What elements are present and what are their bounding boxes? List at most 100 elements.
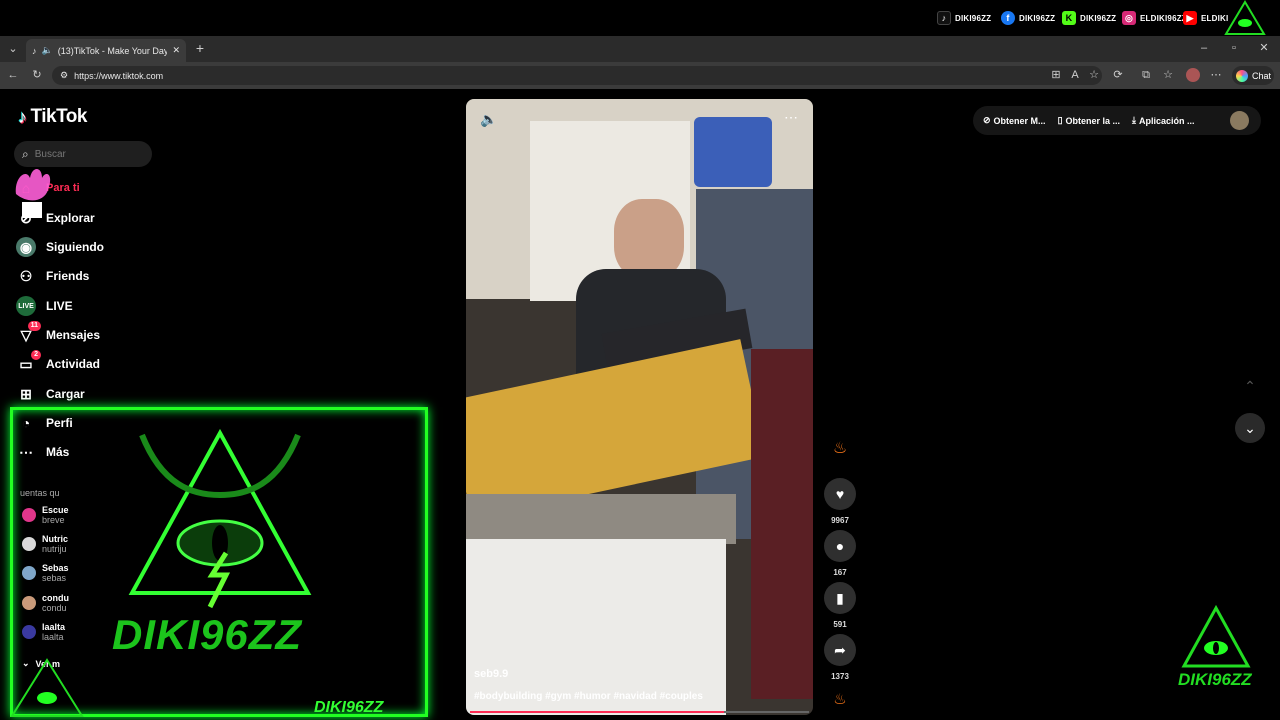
video-more-icon[interactable]: ⋯	[784, 109, 798, 126]
nav-label: Cargar	[46, 387, 85, 401]
account-name: Nutric	[42, 534, 69, 544]
tiktok-note-icon: ♪	[18, 106, 27, 127]
dragon-eye-logo-icon	[1224, 0, 1266, 35]
account-name: condu	[42, 593, 69, 603]
account-handle: nutriju	[42, 544, 67, 554]
save-count: 591	[833, 620, 847, 629]
nav-live[interactable]: LIVE LIVE	[16, 296, 73, 316]
extensions-icon[interactable]: ⟳	[1111, 68, 1125, 82]
account-item[interactable]: Escue breve	[22, 505, 69, 525]
phone-icon: ▯	[1057, 115, 1063, 125]
nav-label: Siguiendo	[46, 240, 104, 254]
video-hashtags[interactable]: #bodybuilding #gym #humor #navidad #coup…	[474, 691, 703, 702]
maximize-icon[interactable]: ▫	[1227, 41, 1241, 55]
tiktok-logo[interactable]: ♪ TikTok	[18, 106, 87, 128]
new-tab-icon[interactable]: +	[193, 41, 207, 55]
nav-friends[interactable]: ⚇ Friends	[16, 266, 90, 286]
video-username[interactable]: seb9.9	[474, 668, 508, 680]
address-bar[interactable]: ⚙ https://www.tiktok.com	[52, 66, 1102, 85]
nav-perfil[interactable]: ◔ Perfi	[16, 413, 73, 433]
video-counter	[466, 539, 726, 715]
desktop-app-button[interactable]: ⤓ Aplicación ...	[1132, 115, 1195, 126]
tab-title: (13)TikTok - Make Your Day	[57, 45, 168, 56]
account-item[interactable]: condu condu	[22, 593, 69, 613]
nav-actividad[interactable]: ▭ 2 Actividad	[16, 350, 101, 374]
tiktok-icon: ♪	[937, 11, 951, 25]
app-available-icon[interactable]: ⊞	[1049, 68, 1063, 82]
favorite-star-icon[interactable]: ☆	[1087, 68, 1101, 82]
social-kick: K DIKI96ZZ	[1062, 11, 1116, 25]
get-app-button[interactable]: ▯ Obtener la ...	[1058, 115, 1120, 126]
split-screen-icon[interactable]: ⧉	[1139, 68, 1153, 82]
search-icon: ⌕	[22, 146, 29, 161]
browser-tabstrip: ⌄ ♪ 🔈 (13)TikTok - Make Your Day ✕ + – ▫…	[0, 36, 1280, 62]
logo-text: TikTok	[30, 106, 88, 127]
volume-icon[interactable]: 🔈	[480, 111, 497, 128]
nav-mas[interactable]: ⋯ Más	[16, 442, 69, 462]
close-tab-icon[interactable]: ✕	[172, 45, 180, 56]
tiktok-favicon-icon: ♪	[32, 45, 37, 56]
browser-tab[interactable]: ♪ 🔈 (13)TikTok - Make Your Day ✕	[26, 39, 186, 62]
account-handle: breve	[42, 515, 65, 525]
social-facebook: f DIKI96ZZ	[1001, 11, 1055, 25]
video-second-person	[751, 349, 813, 699]
youtube-icon: ▶	[1183, 11, 1197, 25]
streamer-social-bar: ♪ DIKI96ZZ f DIKI96ZZ K DIKI96ZZ ◎ ELDIK…	[0, 0, 1280, 36]
nav-cargar[interactable]: ⊞ Cargar	[16, 384, 85, 404]
chat-label: Chat	[1252, 70, 1272, 81]
chevron-up-icon: ⌃	[1244, 377, 1256, 394]
get-coins-button[interactable]: ⊘ Obtener M...	[983, 115, 1046, 126]
more-menu-icon[interactable]: ⋯	[1209, 68, 1223, 82]
dragon-eye-emblem-icon	[128, 428, 312, 609]
like-button[interactable]: ♥ 9967	[824, 478, 856, 525]
copilot-icon	[1236, 69, 1248, 82]
social-instagram: ◎ ELDIKI96ZZ	[1122, 11, 1187, 25]
nav-label: Perfi	[46, 416, 73, 430]
reload-icon[interactable]: ↻	[30, 68, 44, 82]
favorites-icon[interactable]: ☆	[1161, 68, 1175, 82]
share-button[interactable]: ➦ 1373	[824, 634, 856, 681]
creator-avatar[interactable]: ♨	[824, 432, 856, 464]
account-name: laalta	[42, 622, 66, 632]
user-avatar[interactable]	[1230, 111, 1249, 130]
account-item[interactable]: Sebas sebas	[22, 563, 69, 583]
messages-icon: ▽ 11	[16, 321, 41, 345]
account-item[interactable]: Nutric nutriju	[22, 534, 68, 554]
nav-label: Actividad	[46, 357, 101, 371]
music-disc[interactable]: ♨	[824, 690, 856, 708]
save-button[interactable]: ▮ 591	[824, 582, 856, 629]
copilot-chat-button[interactable]: Chat	[1232, 66, 1274, 85]
speaker-icon[interactable]: 🔈	[42, 45, 53, 56]
nav-label: LIVE	[46, 299, 73, 313]
activity-badge: 2	[31, 350, 41, 360]
account-handle: laalta	[42, 632, 64, 642]
profile-avatar-icon[interactable]	[1186, 68, 1200, 82]
messages-badge: 11	[27, 321, 41, 331]
header-action-label: Obtener la ...	[1065, 115, 1121, 126]
previous-video-button[interactable]: ⌃	[1235, 371, 1265, 401]
translate-icon[interactable]: A	[1068, 68, 1082, 82]
live-icon: LIVE	[16, 296, 36, 316]
comment-button[interactable]: ● 167	[824, 530, 856, 577]
close-window-icon[interactable]: ✕	[1257, 41, 1271, 55]
small-dragon-logo-icon	[10, 658, 84, 717]
overlay-hand-sticker-icon	[15, 169, 51, 218]
heart-icon: ♥	[824, 478, 856, 510]
share-count: 1373	[831, 672, 849, 681]
corner-brand-text: DIKI96ZZ	[1178, 670, 1252, 689]
search-placeholder: Buscar	[34, 148, 66, 160]
site-info-icon[interactable]: ⚙	[60, 70, 68, 81]
account-item[interactable]: laalta laalta	[22, 622, 65, 642]
nav-mensajes[interactable]: ▽ 11 Mensajes	[16, 321, 100, 345]
activity-icon: ▭ 2	[16, 350, 41, 374]
next-video-button[interactable]: ⌄	[1235, 413, 1265, 443]
avatar	[22, 566, 36, 580]
browser-toolbar: ← ↻ ⚙ https://www.tiktok.com ⊞ A ☆ ⟳ ⧉ ☆…	[0, 62, 1280, 89]
video-player[interactable]: 🔈 ⋯	[466, 99, 813, 715]
back-icon[interactable]: ←	[6, 68, 20, 82]
tab-list-icon[interactable]: ⌄	[6, 42, 20, 56]
creator-avatar-icon: ♨	[832, 440, 848, 457]
minimize-icon[interactable]: –	[1197, 41, 1211, 55]
nav-siguiendo[interactable]: ◉ Siguiendo	[16, 237, 104, 257]
following-icon: ◉	[16, 237, 36, 257]
